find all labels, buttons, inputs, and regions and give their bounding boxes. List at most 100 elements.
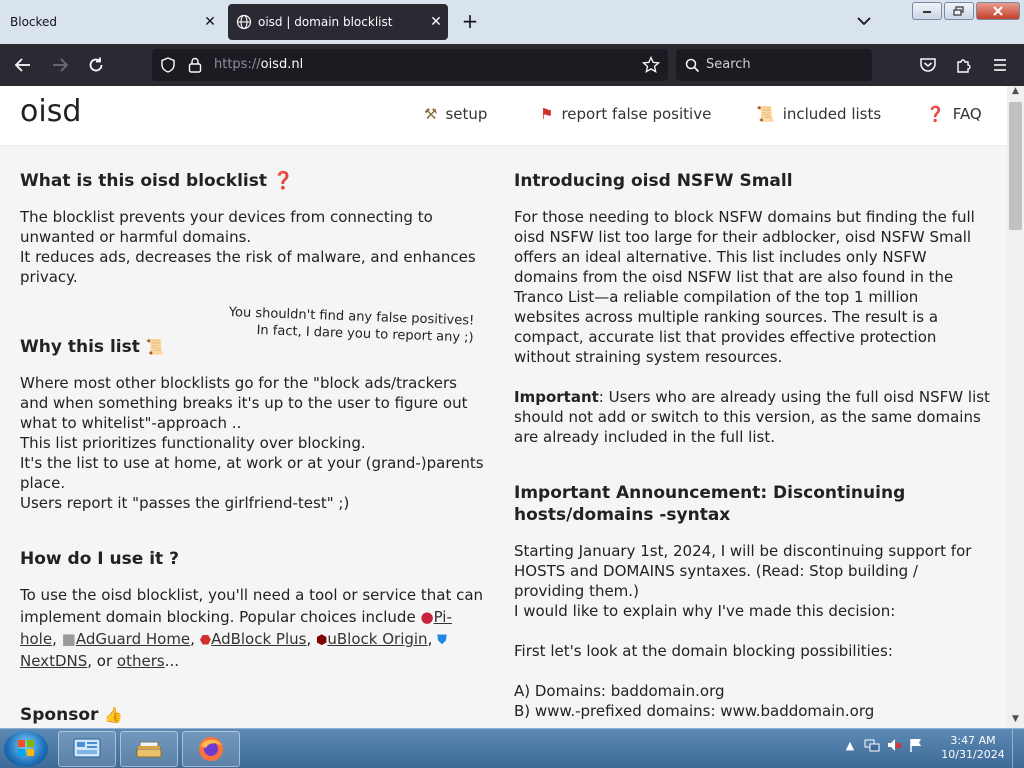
link-nextdns[interactable]: NextDNS xyxy=(20,652,87,670)
start-button[interactable] xyxy=(4,731,48,767)
line: compact, accurate list that provides eff… xyxy=(514,328,937,346)
line: Where most other blocklists go for the "… xyxy=(20,374,457,392)
line: place. xyxy=(20,474,66,492)
line: The blocklist prevents your devices from… xyxy=(20,208,433,226)
line: oisd NSFW list too large for their adblo… xyxy=(514,228,972,246)
scroll-down-arrow-icon[interactable]: ▼ xyxy=(1007,714,1024,728)
back-button[interactable] xyxy=(12,54,34,76)
maximize-button[interactable] xyxy=(944,2,974,20)
line: HOSTS and DOMAINS syntaxes. (Read: Stop … xyxy=(514,562,918,580)
taskbar-file-manager[interactable] xyxy=(120,731,178,767)
question-mark-icon: ❓ xyxy=(272,171,295,191)
star-bookmark-icon[interactable] xyxy=(642,56,660,74)
line: unwanted or harmful domains. xyxy=(20,228,252,246)
scroll-up-arrow-icon[interactable]: ▲ xyxy=(1007,86,1024,100)
taskbar-control-panel[interactable] xyxy=(58,731,116,767)
shield-icon[interactable] xyxy=(160,57,176,73)
link-pihole[interactable]: Pi- xyxy=(434,608,452,626)
tab-close-icon[interactable]: ✕ xyxy=(198,14,222,30)
section-title-announcement-2: hosts/domains -syntax xyxy=(514,505,731,525)
nav-label: report false positive xyxy=(561,105,712,123)
line: Users report it "passes the girlfriend-t… xyxy=(20,494,350,512)
show-desktop-button[interactable] xyxy=(1012,729,1024,768)
or-text: , or xyxy=(87,652,113,670)
how-line-4: NextDNS, or others... xyxy=(20,651,179,671)
chevron-down-icon[interactable] xyxy=(852,12,876,32)
important-label: Important xyxy=(514,388,599,406)
forward-button[interactable] xyxy=(49,54,71,76)
nav-setup[interactable]: ⚒ setup xyxy=(424,105,487,123)
question-mark-icon: ❓ xyxy=(926,105,945,123)
back-arrow-icon xyxy=(14,58,30,72)
nav-included-lists[interactable]: 📜 included lists xyxy=(756,105,881,123)
false-positive-aside: You shouldn't find any false positives! … xyxy=(209,303,475,346)
clock-date: 10/31/2024 xyxy=(941,748,1005,761)
list-item: A) Domains: baddomain.org xyxy=(514,682,725,700)
heading-text: Sponsor xyxy=(20,705,99,725)
forward-arrow-icon xyxy=(53,58,69,72)
link-ublock-origin[interactable]: uBlock Origin xyxy=(327,630,427,648)
link-others[interactable]: others xyxy=(117,652,165,670)
minimize-button[interactable] xyxy=(912,2,942,20)
line: websites across multiple ranking sources… xyxy=(514,308,939,326)
lock-icon[interactable] xyxy=(188,57,202,73)
line: without straining system resources. xyxy=(514,348,783,366)
line: and when something breaks it's up to the… xyxy=(20,394,468,412)
url-protocol: https:// xyxy=(214,57,261,72)
important-line: Important: Users who are already using t… xyxy=(514,387,990,407)
window-controls xyxy=(912,2,1020,20)
line: It's the list to use at home, at work or… xyxy=(20,454,484,472)
tab-oisd[interactable]: oisd | domain blocklist ✕ xyxy=(228,4,448,40)
tray-expand-icon[interactable]: ▲ xyxy=(842,737,858,753)
section-title-nsfw: Introducing oisd NSFW Small xyxy=(514,171,793,191)
search-input[interactable]: Search xyxy=(676,49,872,81)
minimize-icon xyxy=(923,11,931,13)
how-line-3: hole, ■AdGuard Home, ⬣AdBlock Plus, ⬢uBl… xyxy=(20,630,447,648)
clock-time: 3:47 AM xyxy=(950,734,996,747)
link-adguard-home[interactable]: AdGuard Home xyxy=(76,630,190,648)
network-icon[interactable] xyxy=(864,737,880,753)
extensions-button[interactable] xyxy=(953,54,975,76)
taskbar-firefox[interactable] xyxy=(182,731,240,767)
tab-strip: Blocked ✕ oisd | domain blocklist ✕ + xyxy=(0,0,1024,44)
folder-books-icon xyxy=(136,741,162,758)
abp-icon: ⬣ xyxy=(199,633,212,648)
page-scrollbar[interactable]: ▲ ▼ xyxy=(1007,86,1024,728)
navigation-toolbar: https://oisd.nl Search xyxy=(0,44,1024,86)
how-line-2: implement domain blocking. Popular choic… xyxy=(20,607,452,627)
address-bar[interactable]: https://oisd.nl xyxy=(152,49,668,81)
link-pihole-cont[interactable]: hole xyxy=(20,630,52,648)
volume-muted-icon[interactable] xyxy=(886,737,902,753)
url-text: https://oisd.nl xyxy=(214,57,303,72)
close-window-button[interactable] xyxy=(976,2,1020,20)
scroll-icon: 📜 xyxy=(145,338,165,356)
nav-label: FAQ xyxy=(952,105,982,123)
line: Tranco List—a reliable compilation of th… xyxy=(514,288,919,306)
nav-report-false-positive[interactable]: ⚑ report false positive xyxy=(540,105,711,123)
system-clock[interactable]: 3:47 AM 10/31/2024 xyxy=(940,734,1006,762)
heading-text: Why this list xyxy=(20,337,140,357)
reload-button[interactable] xyxy=(85,54,107,76)
line: what to whitelist"-approach .. xyxy=(20,414,242,432)
new-tab-button[interactable]: + xyxy=(458,10,482,34)
nav-faq[interactable]: ❓ FAQ xyxy=(926,105,982,123)
line: privacy. xyxy=(20,268,78,286)
tab-title: Blocked xyxy=(10,15,58,29)
line: domains from the oisd NSFW list that are… xyxy=(514,268,954,286)
link-adblock-plus[interactable]: AdBlock Plus xyxy=(211,630,306,648)
site-logo[interactable]: oisd xyxy=(20,94,81,129)
app-menu-button[interactable] xyxy=(989,54,1011,76)
tab-close-icon[interactable]: ✕ xyxy=(424,14,448,30)
action-center-flag-icon[interactable] xyxy=(908,737,924,753)
section-title-how: How do I use it ? xyxy=(20,549,179,569)
control-panel-icon xyxy=(73,738,101,758)
adguard-icon: ■ xyxy=(61,630,76,648)
reload-icon xyxy=(89,57,103,72)
pocket-button[interactable] xyxy=(917,54,939,76)
tab-blocked[interactable]: Blocked ✕ xyxy=(0,4,222,40)
nextdns-shield-icon: ⛊ xyxy=(437,633,447,648)
scroll-thumb[interactable] xyxy=(1009,102,1022,230)
line: offers an ideal alternative. This list i… xyxy=(514,248,927,266)
hammer-wrench-icon: ⚒ xyxy=(424,105,438,123)
search-placeholder: Search xyxy=(706,57,751,72)
